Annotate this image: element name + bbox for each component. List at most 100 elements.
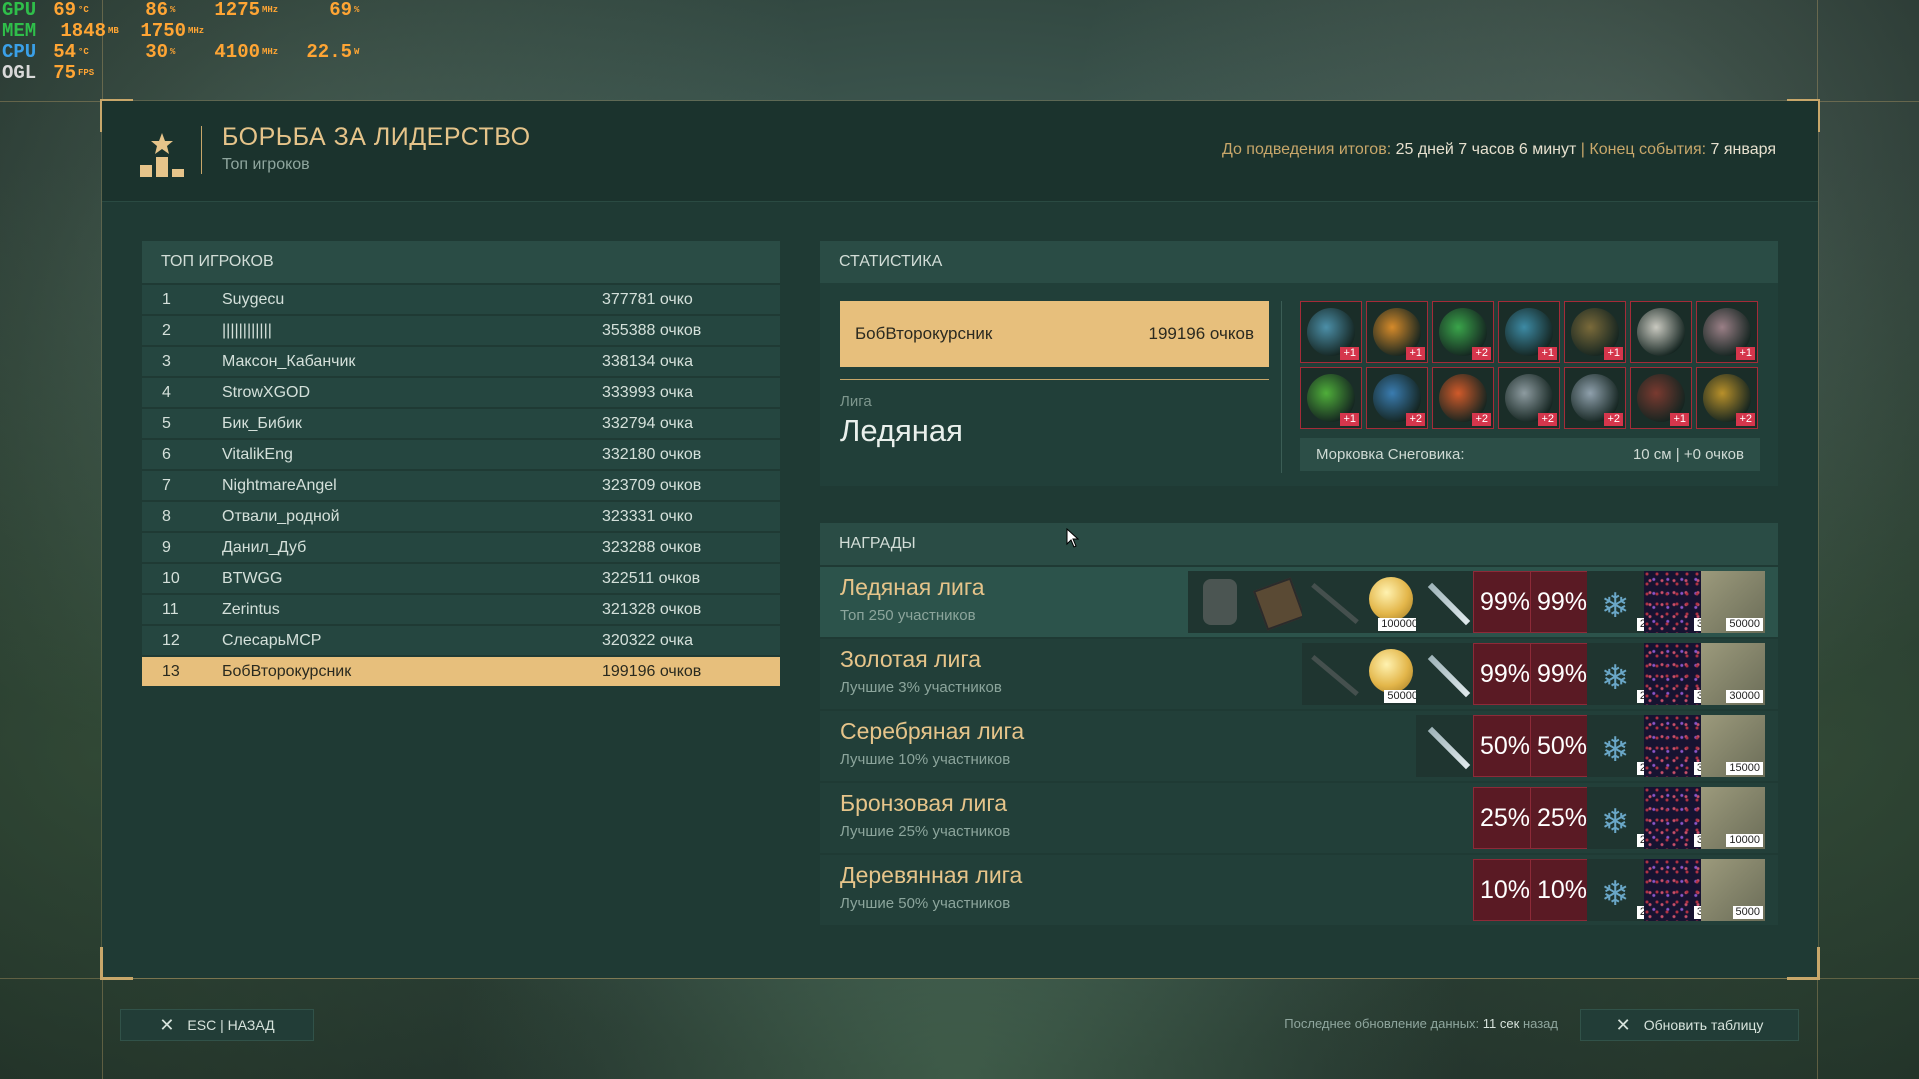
discount-reward[interactable]: 99% bbox=[1530, 571, 1594, 633]
snowflake-reward[interactable]: ❄ 2 bbox=[1587, 571, 1651, 633]
blade-icon bbox=[1427, 582, 1471, 626]
coin-icon bbox=[1369, 577, 1413, 621]
league-rewards-list: Ледяная лига Топ 250 участников 100000 99% 9… bbox=[820, 567, 1778, 925]
item-slot[interactable]: +1 bbox=[1564, 301, 1626, 363]
coin-reward[interactable]: 100000 bbox=[1359, 571, 1423, 633]
item-slot[interactable]: +2 bbox=[1564, 367, 1626, 429]
cosmetic-reward[interactable]: 3 bbox=[1644, 571, 1708, 633]
map-reward[interactable]: 15000 bbox=[1701, 715, 1765, 777]
discount-reward[interactable]: 99% bbox=[1473, 571, 1537, 633]
player-name: Suygecu bbox=[222, 290, 285, 308]
item-slot[interactable]: +1 bbox=[1630, 367, 1692, 429]
discount-reward[interactable]: 25% bbox=[1473, 787, 1537, 849]
player-rank: 12 bbox=[162, 631, 180, 649]
back-button[interactable]: ✕ ESC | НАЗАД bbox=[120, 1009, 314, 1041]
cosmetic-reward[interactable]: 3 bbox=[1644, 859, 1708, 921]
snowflake-reward[interactable]: ❄ 2 bbox=[1587, 643, 1651, 705]
item-slot[interactable]: +1 bbox=[1498, 301, 1560, 363]
osd-unit: MHz bbox=[262, 47, 279, 57]
reward-count: 50000 bbox=[1726, 618, 1763, 631]
league-row[interactable]: Серебряная лига Лучшие 10% участников 50% 5… bbox=[820, 711, 1778, 781]
discount-reward[interactable]: 99% bbox=[1530, 643, 1594, 705]
player-row[interactable]: 10 BTWGG 322511 очков bbox=[142, 564, 780, 593]
item-slot[interactable] bbox=[1630, 301, 1692, 363]
item-slot[interactable]: +1 bbox=[1366, 301, 1428, 363]
player-row[interactable]: 12 СлесарьМСР 320322 очка bbox=[142, 626, 780, 655]
player-row[interactable]: 3 Максон_Кабанчик 338134 очка bbox=[142, 347, 780, 376]
item-count-badge: +2 bbox=[1472, 347, 1491, 360]
player-row[interactable]: 5 Бик_Бибик 332794 очка bbox=[142, 409, 780, 438]
reward-count: 30000 bbox=[1726, 690, 1763, 703]
rifle-icon bbox=[1311, 654, 1359, 697]
last-update-info: Последнее обновление данных: 11 сек наза… bbox=[1284, 1016, 1558, 1031]
player-row[interactable]: 7 NightmareAngel 323709 очков bbox=[142, 471, 780, 500]
blade-reward[interactable] bbox=[1416, 643, 1480, 705]
cosmetic-reward[interactable]: 3 bbox=[1644, 643, 1708, 705]
map-reward[interactable]: 30000 bbox=[1701, 643, 1765, 705]
coin-reward[interactable]: 50000 bbox=[1359, 643, 1423, 705]
discount-reward[interactable]: 10% bbox=[1530, 859, 1594, 921]
snowflake-reward[interactable]: ❄ 2 bbox=[1587, 715, 1651, 777]
discount-reward[interactable]: 99% bbox=[1473, 643, 1537, 705]
cosmetic-reward[interactable]: 3 bbox=[1644, 715, 1708, 777]
player-row[interactable]: 9 Данил_Дуб 323288 очков bbox=[142, 533, 780, 562]
item-slot[interactable]: +1 bbox=[1300, 301, 1362, 363]
refresh-table-button[interactable]: ✕ Обновить таблицу bbox=[1580, 1009, 1799, 1041]
top-players-title: ТОП ИГРОКОВ bbox=[142, 241, 780, 283]
player-row[interactable]: 4 StrowXGOD 333993 очка bbox=[142, 378, 780, 407]
item-slot[interactable]: +2 bbox=[1366, 367, 1428, 429]
player-row[interactable]: 6 VitalikEng 332180 очков bbox=[142, 440, 780, 469]
item-slot[interactable]: +2 bbox=[1432, 367, 1494, 429]
league-row[interactable]: Бронзовая лига Лучшие 25% участников 25% 25… bbox=[820, 783, 1778, 853]
discount-reward[interactable]: 50% bbox=[1473, 715, 1537, 777]
update-suffix: назад bbox=[1522, 1016, 1558, 1031]
item-slot[interactable]: +1 bbox=[1300, 367, 1362, 429]
player-row[interactable]: 1 Suygecu 377781 очко bbox=[142, 285, 780, 314]
player-name: Zerintus bbox=[222, 600, 280, 618]
player-rank: 8 bbox=[162, 507, 171, 525]
league-desc: Лучшие 10% участников bbox=[840, 751, 1011, 768]
snowflake-icon: ❄ bbox=[1601, 731, 1630, 769]
map-reward[interactable]: 5000 bbox=[1701, 859, 1765, 921]
player-rank: 9 bbox=[162, 538, 171, 556]
rifle-reward[interactable] bbox=[1302, 571, 1366, 633]
blade-reward[interactable] bbox=[1416, 715, 1480, 777]
item-slot[interactable]: +2 bbox=[1498, 367, 1560, 429]
player-points: 320322 очка bbox=[602, 631, 693, 649]
item-slot[interactable]: +2 bbox=[1432, 301, 1494, 363]
snowflake-icon: ❄ bbox=[1601, 587, 1630, 625]
league-name: Ледяная лига bbox=[840, 574, 985, 600]
player-points: 332794 очка bbox=[602, 414, 693, 432]
player-row[interactable]: 2 |||||||||||| 355388 очков bbox=[142, 316, 780, 345]
top-players-list[interactable]: 1 Suygecu 377781 очко 2 |||||||||||| 355388 о… bbox=[142, 285, 780, 686]
item-count-badge: +2 bbox=[1736, 413, 1755, 426]
discount-reward[interactable]: 25% bbox=[1530, 787, 1594, 849]
rewards-section: НАГРАДЫ Ледяная лига Топ 250 участников 10… bbox=[820, 523, 1778, 925]
my-player-row[interactable]: 13 БобВторокурсник 199196 очков bbox=[142, 657, 780, 686]
league-row[interactable]: Ледяная лига Топ 250 участников 100000 99% 9… bbox=[820, 567, 1778, 637]
until-value: 25 дней 7 часов 6 минут bbox=[1395, 141, 1577, 158]
blade-reward[interactable] bbox=[1416, 571, 1480, 633]
map-reward[interactable]: 10000 bbox=[1701, 787, 1765, 849]
leaderboard-window: БОРЬБА ЗА ЛИДЕРСТВО Топ игроков До подве… bbox=[100, 99, 1820, 980]
discount-reward[interactable]: 10% bbox=[1473, 859, 1537, 921]
player-rank: 10 bbox=[162, 569, 180, 587]
snowflake-reward[interactable]: ❄ 2 bbox=[1587, 859, 1651, 921]
cosmetic-reward[interactable]: 3 bbox=[1644, 787, 1708, 849]
snowflake-reward[interactable]: ❄ 2 bbox=[1587, 787, 1651, 849]
player-row[interactable]: 11 Zerintus 321328 очков bbox=[142, 595, 780, 624]
player-points: 332180 очков bbox=[602, 445, 702, 463]
map-reward[interactable]: 50000 bbox=[1701, 571, 1765, 633]
discount-reward[interactable]: 50% bbox=[1530, 715, 1594, 777]
armor-reward[interactable] bbox=[1188, 571, 1252, 633]
tablet-reward[interactable] bbox=[1245, 571, 1309, 633]
end-value: 7 января bbox=[1710, 141, 1776, 158]
item-slot[interactable]: +2 bbox=[1696, 367, 1758, 429]
rifle-reward[interactable] bbox=[1302, 643, 1366, 705]
league-row[interactable]: Золотая лига Лучшие 3% участников 50000 99%… bbox=[820, 639, 1778, 709]
league-row[interactable]: Деревянная лига Лучшие 50% участников 10% 1… bbox=[820, 855, 1778, 925]
osd-row: MEM 1848 MB 1750 MHz bbox=[2, 21, 372, 42]
player-row[interactable]: 8 Отвали_родной 323331 очко bbox=[142, 502, 780, 531]
reward-count: 5000 bbox=[1732, 906, 1763, 919]
item-slot[interactable]: +1 bbox=[1696, 301, 1758, 363]
